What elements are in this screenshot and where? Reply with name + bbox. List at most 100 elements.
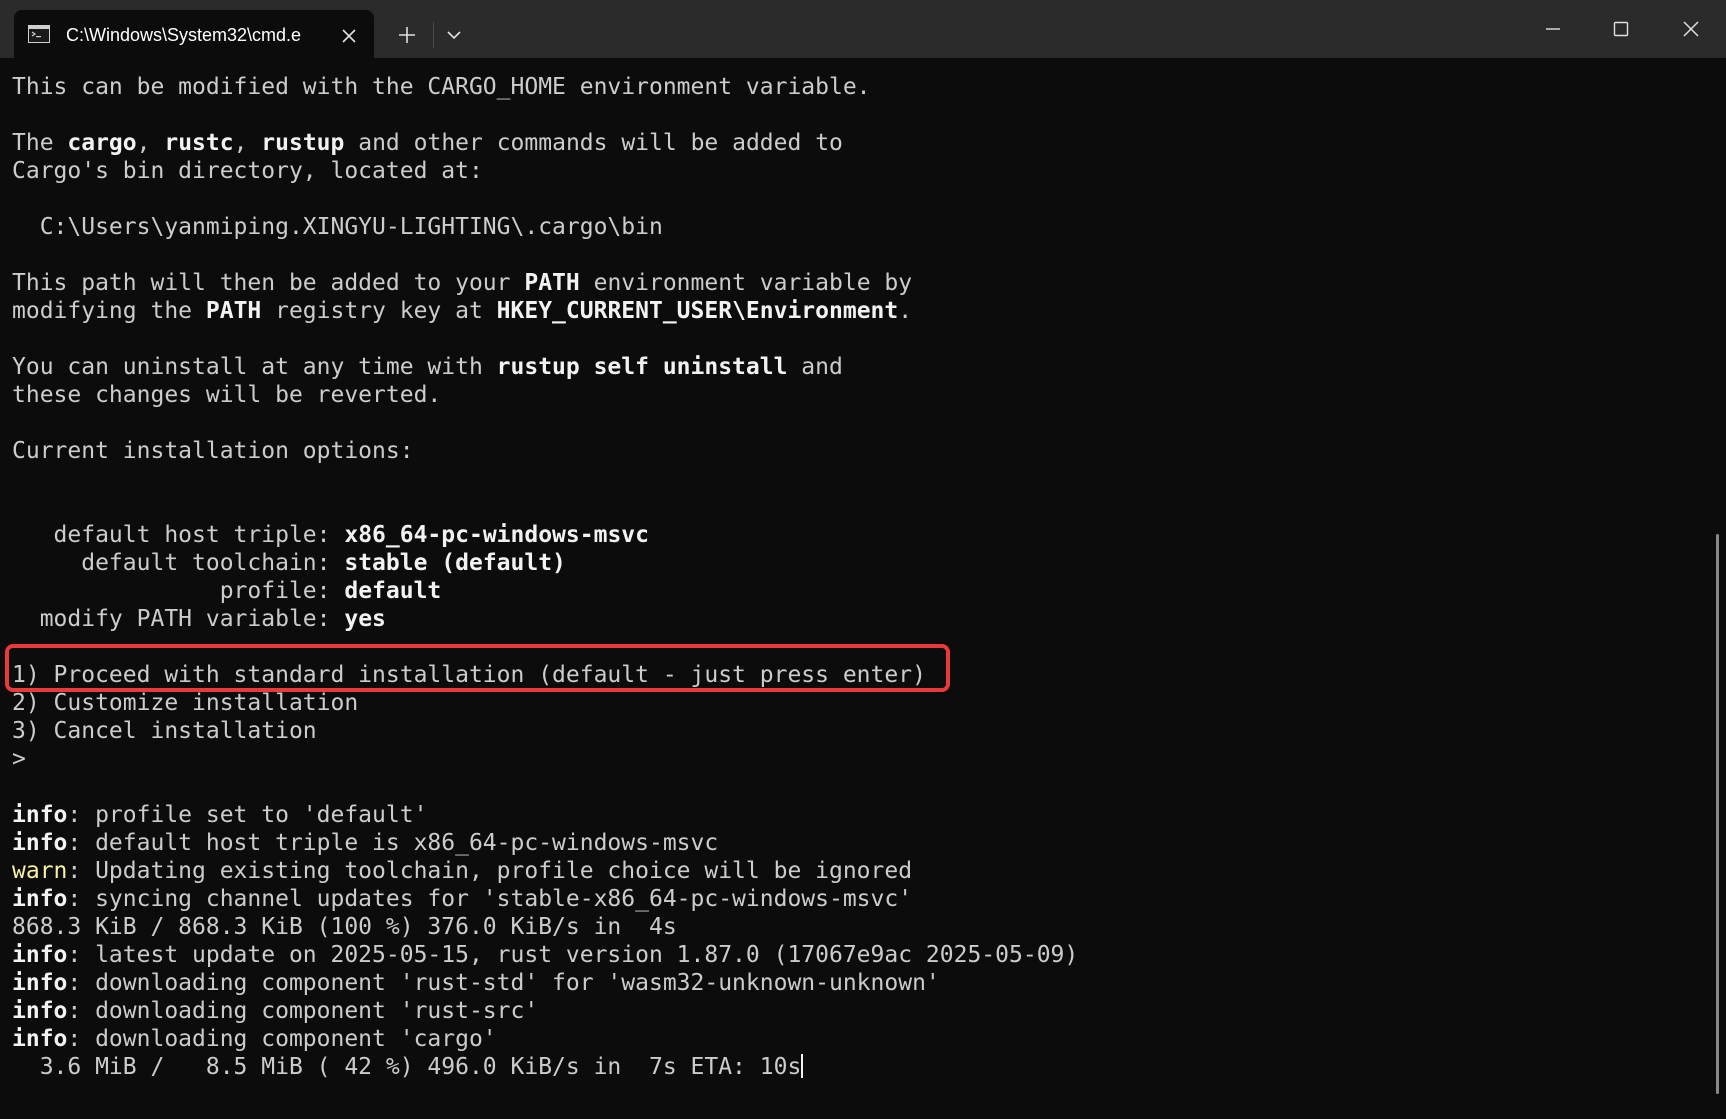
terminal-text: environment variable by xyxy=(579,270,913,296)
tab-close-button[interactable] xyxy=(334,22,364,50)
terminal-text: You can uninstall at any time with xyxy=(12,354,497,380)
terminal-text: : downloading component 'cargo' xyxy=(67,1026,497,1052)
terminal-text: default xyxy=(344,578,442,604)
terminal-text: , xyxy=(136,130,165,156)
text-cursor xyxy=(801,1054,804,1078)
terminal-line: This can be modified with the CARGO_HOME… xyxy=(12,73,1702,101)
terminal-line: profile: default xyxy=(12,577,1702,605)
terminal-text: cargo xyxy=(67,130,137,156)
terminal-line: default host triple: x86_64-pc-windows-m… xyxy=(12,521,1702,549)
terminal-text: : downloading component 'rust-src' xyxy=(67,998,539,1024)
terminal-text: 3) Cancel installation xyxy=(12,718,317,744)
terminal-line: 868.3 KiB / 868.3 KiB (100 %) 376.0 KiB/… xyxy=(12,913,1702,941)
terminal-line: You can uninstall at any time with rustu… xyxy=(12,353,1702,381)
tab-dropdown-button[interactable] xyxy=(437,20,471,50)
minimize-icon xyxy=(1546,28,1560,30)
terminal-line: info: downloading component 'rust-std' f… xyxy=(12,969,1702,997)
terminal-text: default toolchain: xyxy=(12,550,345,576)
terminal-text: : Updating existing toolchain, profile c… xyxy=(67,858,913,884)
terminal-line: modify PATH variable: yes xyxy=(12,605,1702,633)
plus-icon xyxy=(399,27,415,43)
terminal-line: Cargo's bin directory, located at: xyxy=(12,157,1702,185)
terminal-text: 2) Customize installation xyxy=(12,690,359,716)
terminal-text: HKEY_CURRENT_USER\Environment xyxy=(496,298,899,324)
terminal-text: . xyxy=(898,298,913,324)
terminal-text: registry key at xyxy=(261,298,497,324)
terminal-text: modifying the xyxy=(12,298,206,324)
terminal-text: info xyxy=(12,886,68,912)
terminal-line: info: latest update on 2025-05-15, rust … xyxy=(12,941,1702,969)
terminal-line: Current installation options: xyxy=(12,437,1702,465)
terminal-line: This path will then be added to your PAT… xyxy=(12,269,1702,297)
terminal-line: info: profile set to 'default' xyxy=(12,801,1702,829)
terminal-text: info xyxy=(12,970,68,996)
terminal-text: C:\Users\yanmiping.XINGYU-LIGHTING\.carg… xyxy=(12,214,663,240)
terminal-text: info xyxy=(12,942,68,968)
terminal-text: Current installation options: xyxy=(12,438,414,464)
terminal-text: and xyxy=(787,354,843,380)
titlebar-divider xyxy=(433,22,434,48)
terminal-text: 868.3 KiB / 868.3 KiB (100 %) 376.0 KiB/… xyxy=(12,914,677,940)
terminal-text: warn xyxy=(12,858,68,884)
close-icon xyxy=(342,29,356,43)
terminal-line: 3) Cancel installation xyxy=(12,717,1702,745)
chevron-down-icon xyxy=(447,31,461,40)
terminal-text: info xyxy=(12,802,68,828)
terminal-text: : latest update on 2025-05-15, rust vers… xyxy=(67,942,1079,968)
terminal-line: The cargo, rustc, rustup and other comma… xyxy=(12,129,1702,157)
minimize-button[interactable] xyxy=(1530,0,1576,58)
terminal-text: profile: xyxy=(12,578,345,604)
terminal-text: and other commands will be added to xyxy=(344,130,843,156)
terminal-text: This can be modified with the CARGO_HOME… xyxy=(12,74,871,100)
terminal-line: info: downloading component 'cargo' xyxy=(12,1025,1702,1053)
terminal-text: PATH xyxy=(205,298,262,324)
title-bar[interactable]: C:\Windows\System32\cmd.e xyxy=(0,0,1726,58)
terminal-output[interactable]: This can be modified with the CARGO_HOME… xyxy=(12,73,1702,1081)
terminal-text: info xyxy=(12,830,68,856)
terminal-text: 3.6 MiB / 8.5 MiB ( 42 %) 496.0 KiB/s in… xyxy=(12,1054,802,1080)
highlight-annotation-box xyxy=(5,644,950,692)
terminal-text: rustup xyxy=(261,130,345,156)
new-tab-button[interactable] xyxy=(390,20,424,50)
close-icon xyxy=(1683,21,1699,37)
terminal-text: default host triple: xyxy=(12,522,345,548)
scrollbar[interactable] xyxy=(1712,58,1726,1119)
terminal-line: info: syncing channel updates for 'stabl… xyxy=(12,885,1702,913)
scrollbar-thumb[interactable] xyxy=(1716,534,1719,1094)
terminal-line: default toolchain: stable (default) xyxy=(12,549,1702,577)
tab-title: C:\Windows\System32\cmd.e xyxy=(66,25,302,45)
close-window-button[interactable] xyxy=(1668,0,1714,58)
terminal-line: > xyxy=(12,745,1702,773)
terminal-text: PATH xyxy=(524,270,580,296)
cmd-prompt-icon xyxy=(28,25,50,43)
terminal-text: info xyxy=(12,1026,68,1052)
tab-cmd[interactable]: C:\Windows\System32\cmd.e xyxy=(14,10,374,58)
terminal-text: : profile set to 'default' xyxy=(67,802,428,828)
terminal-text: x86_64-pc-windows-msvc xyxy=(344,522,649,548)
terminal-line: 3.6 MiB / 8.5 MiB ( 42 %) 496.0 KiB/s in… xyxy=(12,1053,1702,1081)
terminal-line: warn: Updating existing toolchain, profi… xyxy=(12,857,1702,885)
terminal-line: these changes will be reverted. xyxy=(12,381,1702,409)
terminal-line: 2) Customize installation xyxy=(12,689,1702,717)
terminal-text: rustup self uninstall xyxy=(496,354,788,380)
terminal-text: yes xyxy=(344,606,386,632)
terminal-text: : downloading component 'rust-std' for '… xyxy=(67,970,940,996)
terminal-text: : syncing channel updates for 'stable-x8… xyxy=(67,886,913,912)
maximize-icon xyxy=(1613,21,1629,37)
maximize-button[interactable] xyxy=(1598,0,1644,58)
terminal-text: This path will then be added to your xyxy=(12,270,525,296)
terminal-text: : default host triple is x86_64-pc-windo… xyxy=(67,830,719,856)
terminal-line: modifying the PATH registry key at HKEY_… xyxy=(12,297,1702,325)
terminal-line: info: default host triple is x86_64-pc-w… xyxy=(12,829,1702,857)
terminal-text: Cargo's bin directory, located at: xyxy=(12,158,483,184)
terminal-line: C:\Users\yanmiping.XINGYU-LIGHTING\.carg… xyxy=(12,213,1702,241)
terminal-text: stable (default) xyxy=(344,550,566,576)
terminal-text: The xyxy=(12,130,68,156)
terminal-window: C:\Windows\System32\cmd.e This can be mo… xyxy=(0,0,1726,1119)
